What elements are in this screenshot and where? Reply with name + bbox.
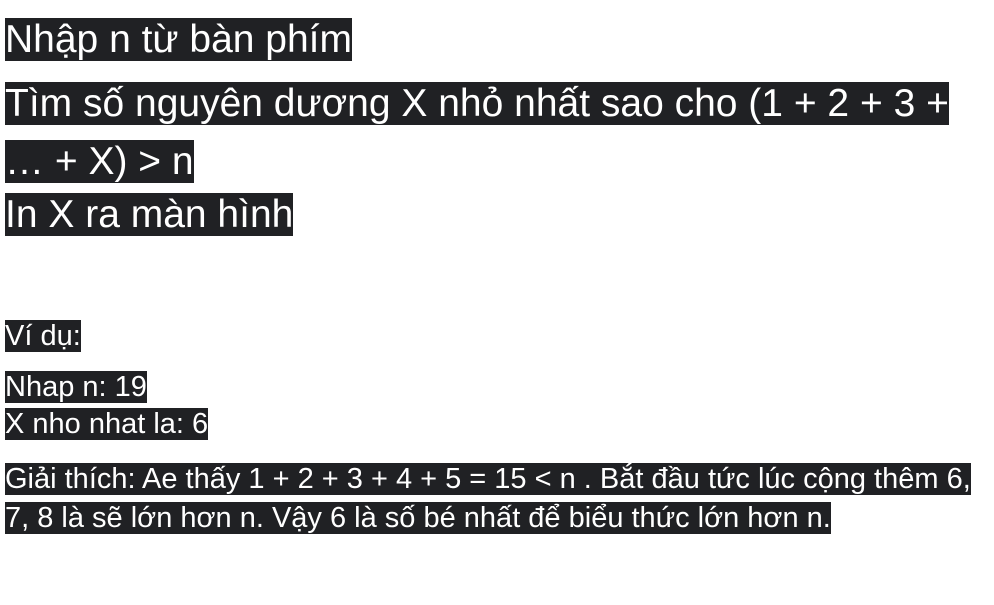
example-explanation-text: Giải thích: Ae thấy 1 + 2 + 3 + 4 + 5 = … bbox=[5, 463, 971, 534]
task-step-input: Nhập n từ bàn phím bbox=[5, 11, 352, 69]
task-step-output-text: In X ra màn hình bbox=[5, 193, 294, 236]
example-heading-text: Ví dụ: bbox=[5, 320, 81, 352]
task-step-output: In X ra màn hình bbox=[5, 186, 294, 244]
example-output-text: X nho nhat la: 6 bbox=[5, 408, 209, 440]
task-step-input-text: Nhập n từ bàn phím bbox=[5, 18, 352, 61]
example-output-line: X nho nhat la: 6 bbox=[5, 405, 209, 444]
task-step-find: Tìm số nguyên dương X nhỏ nhất sao cho (… bbox=[5, 75, 980, 191]
example-explanation: Giải thích: Ae thấy 1 + 2 + 3 + 4 + 5 = … bbox=[5, 460, 990, 538]
example-input-line: Nhap n: 19 bbox=[5, 368, 147, 407]
example-heading: Ví dụ: bbox=[5, 317, 81, 356]
task-step-find-text: Tìm số nguyên dương X nhỏ nhất sao cho (… bbox=[5, 82, 949, 183]
example-input-text: Nhap n: 19 bbox=[5, 371, 147, 403]
